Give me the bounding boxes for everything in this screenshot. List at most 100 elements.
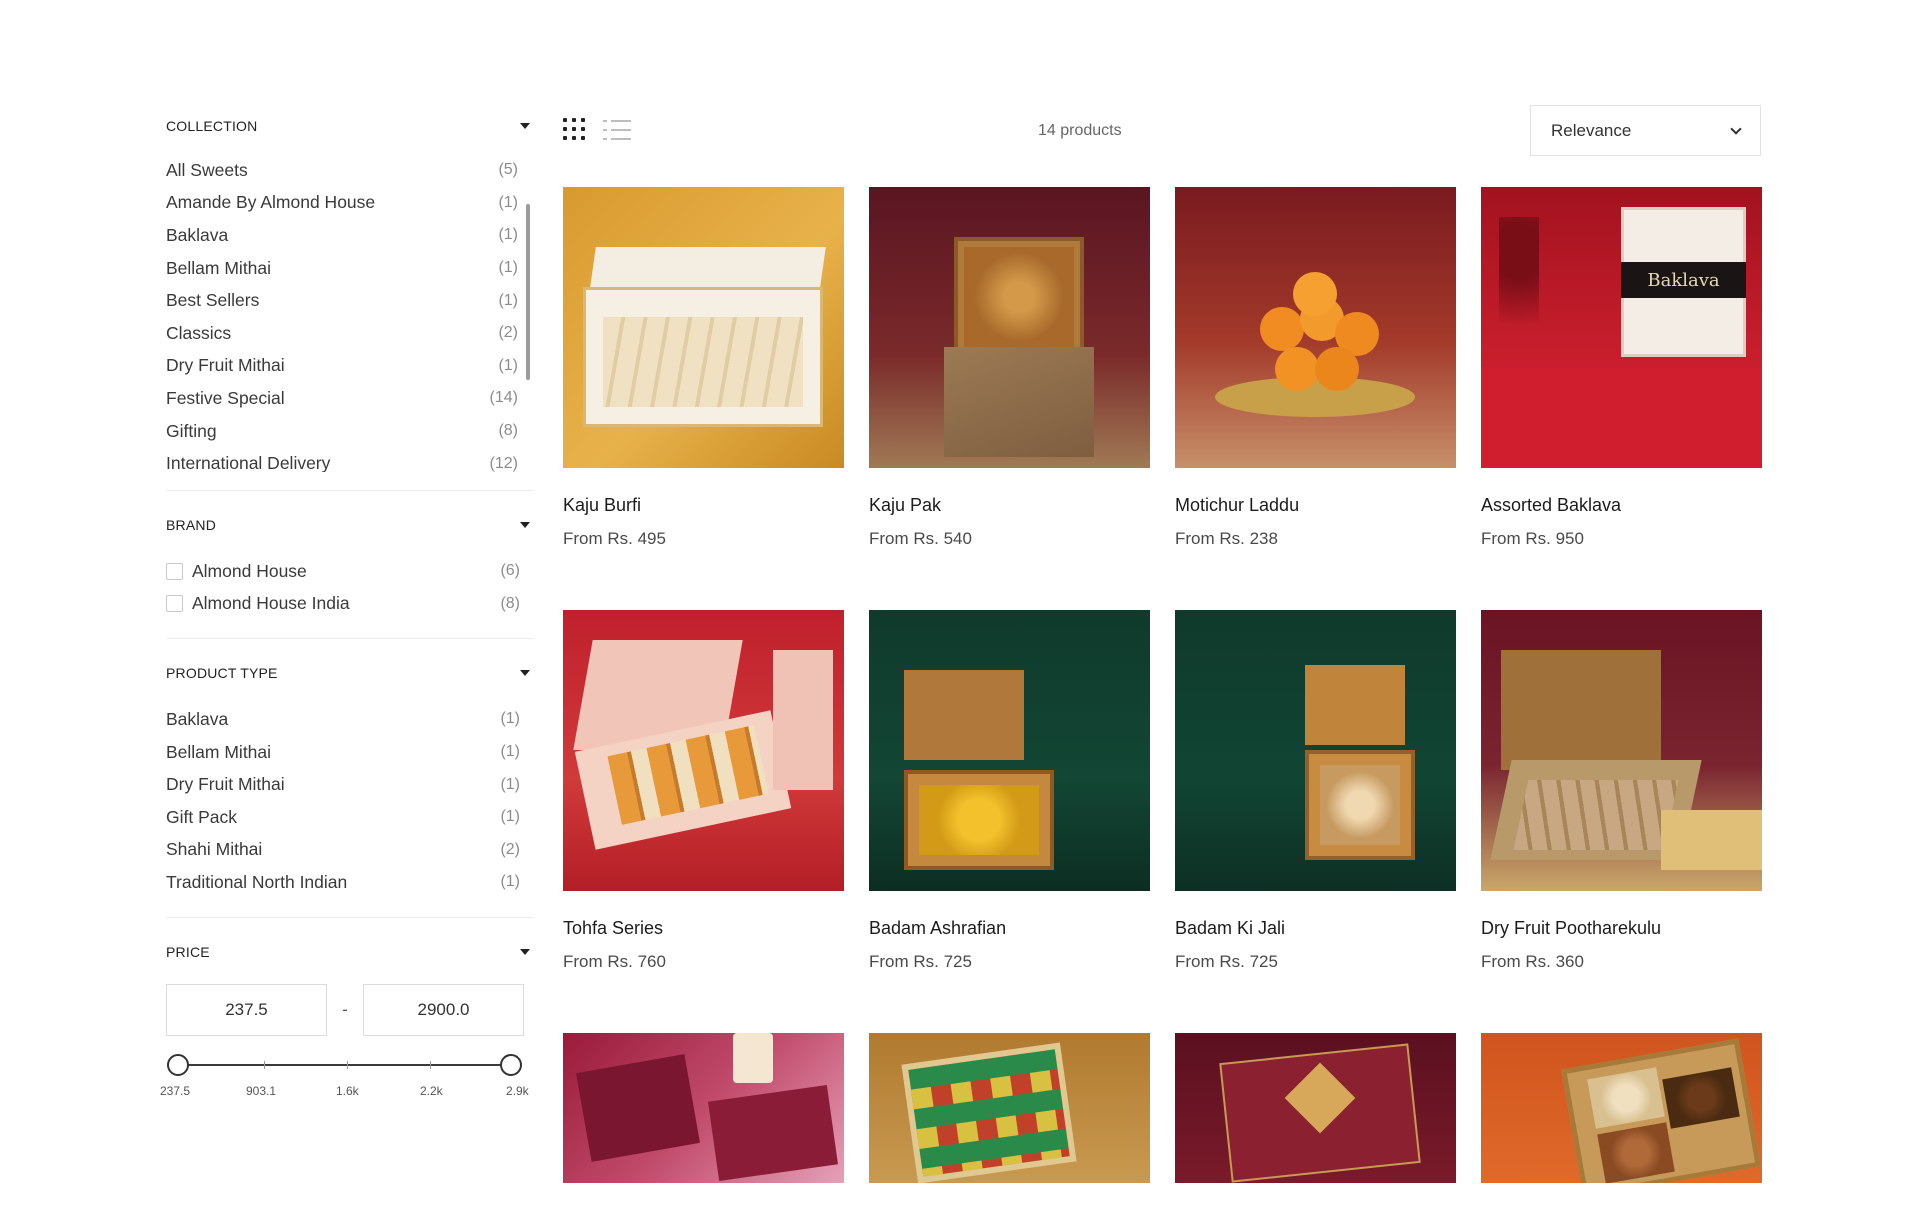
price-range-slider[interactable]	[166, 1050, 522, 1080]
slider-tick-label: 2.2k	[420, 1083, 443, 1098]
slider-tick-label: 903.1	[246, 1083, 277, 1098]
product-card[interactable]: Kaju Burfi From Rs. 495	[563, 187, 844, 549]
brand-checkbox[interactable]	[166, 562, 183, 580]
product-card[interactable]: Motichur Laddu From Rs. 238	[1175, 187, 1456, 549]
product-image[interactable]	[1175, 1033, 1456, 1183]
collection-item[interactable]: Best Sellers (1)	[166, 284, 534, 317]
product-image[interactable]	[563, 1033, 844, 1183]
collection-facet: COLLECTION All Sweets (5) Amande By Almon…	[166, 104, 534, 491]
product-card[interactable]	[1481, 1033, 1762, 1183]
price-facet: PRICE 237.5 - 2900.0 237.5 903.1 1.6k 2.…	[160, 930, 534, 1100]
caret-down-icon	[520, 948, 530, 955]
product-type-item[interactable]: Bellam Mithai (1)	[166, 736, 534, 769]
product-image[interactable]	[1175, 610, 1456, 891]
brand-facet-header[interactable]: BRAND	[166, 503, 534, 547]
filter-count: (1)	[498, 226, 518, 244]
product-card[interactable]: Baklava Assorted Baklava From Rs. 950	[1481, 187, 1762, 549]
product-card[interactable]: Kaju Pak From Rs. 540	[869, 187, 1150, 549]
filter-label: International Delivery	[166, 453, 331, 472]
product-image[interactable]	[1481, 1033, 1762, 1183]
filter-label: Dry Fruit Mithai	[166, 355, 285, 376]
filter-label: Baklava	[166, 708, 229, 729]
product-name[interactable]: Badam Ashrafian	[869, 918, 1150, 939]
collection-item[interactable]: Festive Special (14)	[166, 382, 534, 415]
slider-tick-label: 237.5	[160, 1083, 191, 1098]
collection-item[interactable]: Bellam Mithai (1)	[166, 252, 534, 285]
brand-item[interactable]: Almond House India (8)	[166, 588, 534, 621]
collection-item[interactable]: Dry Fruit Mithai (1)	[166, 350, 534, 383]
product-type-item[interactable]: Traditional North Indian (1)	[166, 866, 534, 899]
filter-label: Classics	[166, 322, 232, 343]
product-type-facet-header[interactable]: PRODUCT TYPE	[166, 651, 534, 695]
collection-item[interactable]: International Delivery (12)	[166, 447, 534, 472]
product-card[interactable]: Tohfa Series From Rs. 760	[563, 610, 844, 972]
price-max-input[interactable]: 2900.0	[363, 983, 524, 1036]
product-price: From Rs. 725	[1175, 952, 1278, 971]
slider-track	[178, 1063, 504, 1066]
slider-tick	[430, 1060, 431, 1069]
filter-count: (5)	[498, 161, 518, 179]
grid-view-icon[interactable]	[563, 118, 587, 142]
filter-count: (14)	[489, 389, 518, 407]
collection-item[interactable]: All Sweets (5)	[166, 154, 534, 187]
product-type-facet: PRODUCT TYPE Baklava (1) Bellam Mithai (1)…	[166, 651, 534, 918]
product-image[interactable]	[1481, 610, 1762, 891]
filter-count: (1)	[498, 259, 518, 277]
filter-count: (8)	[498, 422, 518, 440]
price-facet-header[interactable]: PRICE	[166, 930, 534, 974]
collection-item[interactable]: Classics (2)	[166, 317, 534, 350]
filter-count: (12)	[489, 454, 518, 472]
product-image[interactable]	[869, 187, 1150, 468]
product-name[interactable]: Kaju Burfi	[563, 495, 844, 516]
collection-list[interactable]: All Sweets (5) Amande By Almond House (1) …	[166, 154, 534, 472]
product-type-item[interactable]: Dry Fruit Mithai (1)	[166, 768, 534, 801]
product-name[interactable]: Kaju Pak	[869, 495, 1150, 516]
product-type-facet-title: PRODUCT TYPE	[166, 665, 278, 682]
slider-min-handle[interactable]	[167, 1053, 189, 1076]
product-count: 14 products	[1038, 122, 1122, 139]
product-card[interactable]	[869, 1033, 1150, 1183]
brand-facet: BRAND Almond House (6) Almond House Indi…	[166, 503, 534, 640]
product-name[interactable]: Assorted Baklava	[1481, 495, 1762, 516]
collection-item[interactable]: Gifting (8)	[166, 415, 534, 448]
product-image[interactable]	[869, 610, 1150, 891]
collection-facet-header[interactable]: COLLECTION	[166, 104, 534, 148]
product-price: From Rs. 495	[563, 529, 666, 548]
product-name[interactable]: Badam Ki Jali	[1175, 918, 1456, 939]
product-price: From Rs. 950	[1481, 529, 1584, 548]
product-image[interactable]	[869, 1033, 1150, 1183]
product-card[interactable]	[1175, 1033, 1456, 1183]
product-image[interactable]	[563, 610, 844, 891]
filter-count: (1)	[498, 356, 518, 374]
product-card[interactable]: Dry Fruit Pootharekulu From Rs. 360	[1481, 610, 1762, 972]
product-card[interactable]: Badam Ki Jali From Rs. 725	[1175, 610, 1456, 972]
filter-label: Almond House	[192, 560, 307, 581]
collection-item[interactable]: Amande By Almond House (1)	[166, 187, 534, 220]
product-card[interactable]: Badam Ashrafian From Rs. 725	[869, 610, 1150, 972]
filter-count: (1)	[500, 743, 520, 761]
brand-item[interactable]: Almond House (6)	[166, 555, 534, 588]
price-min-input[interactable]: 237.5	[166, 983, 327, 1036]
product-name[interactable]: Tohfa Series	[563, 918, 844, 939]
sort-select[interactable]: Relevance	[1530, 105, 1761, 156]
product-type-item[interactable]: Shahi Mithai (2)	[166, 834, 534, 867]
product-type-item[interactable]: Baklava (1)	[166, 703, 534, 736]
slider-max-handle[interactable]	[500, 1053, 522, 1076]
filter-count: (1)	[500, 775, 520, 793]
brand-checkbox[interactable]	[166, 595, 183, 613]
list-view-icon[interactable]	[603, 118, 631, 142]
filter-count: (1)	[498, 291, 518, 309]
collection-item[interactable]: Baklava (1)	[166, 219, 534, 252]
product-name[interactable]: Motichur Laddu	[1175, 495, 1456, 516]
product-image[interactable]	[1175, 187, 1456, 468]
product-image[interactable]	[563, 187, 844, 468]
product-image[interactable]: Baklava	[1481, 187, 1762, 468]
product-card[interactable]	[563, 1033, 844, 1183]
collection-facet-title: COLLECTION	[166, 118, 258, 134]
product-price: From Rs. 540	[869, 529, 972, 548]
collection-scrollbar[interactable]	[526, 204, 530, 380]
product-name[interactable]: Dry Fruit Pootharekulu	[1481, 918, 1762, 939]
product-type-item[interactable]: Gift Pack (1)	[166, 801, 534, 834]
sort-value: Relevance	[1551, 120, 1632, 140]
brand-facet-title: BRAND	[166, 517, 217, 533]
